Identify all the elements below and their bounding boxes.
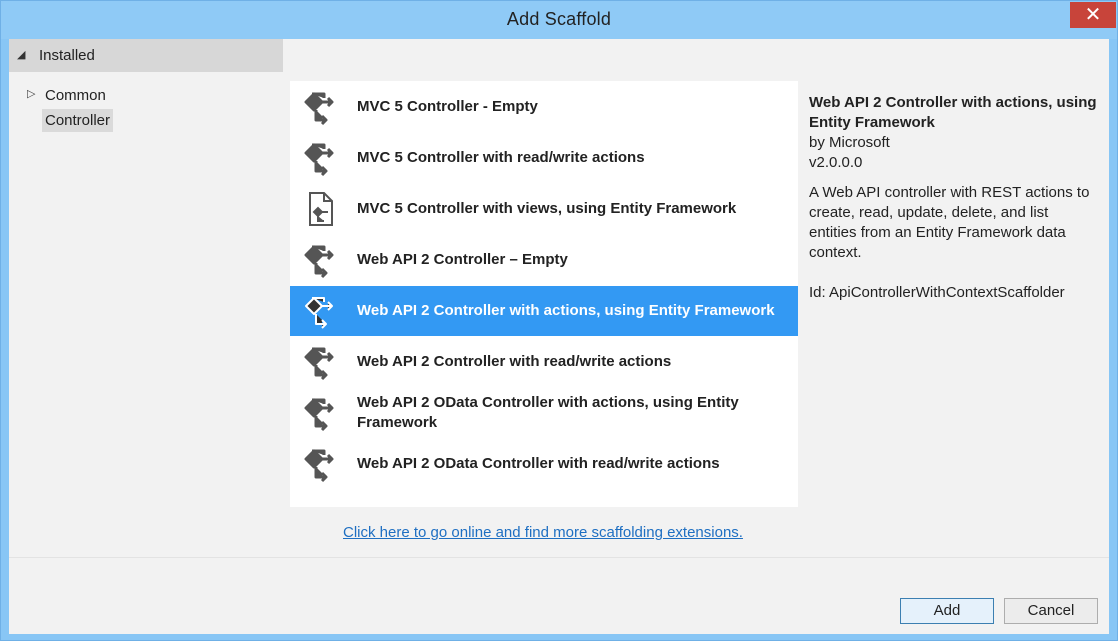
- details-title: Web API 2 Controller with actions, using…: [809, 94, 1097, 131]
- controller-icon: [305, 297, 333, 329]
- controller-icon: [304, 398, 334, 432]
- list-item-selected[interactable]: Web API 2 Controller with actions, using…: [290, 286, 798, 336]
- expanded-triangle-icon: ◢: [17, 49, 26, 61]
- list-item[interactable]: Web API 2 OData Controller with read/wri…: [290, 439, 798, 489]
- tree-item-label: Common: [45, 87, 106, 104]
- dialog-body: ◢ Installed ▷ Common Controller MVC 5 Co…: [9, 39, 1109, 634]
- collapsed-triangle-icon: ▷: [27, 88, 36, 100]
- list-item-label: Web API 2 Controller with actions, using…: [357, 302, 775, 319]
- close-button[interactable]: ✕: [1070, 2, 1116, 28]
- controller-icon: [304, 143, 334, 177]
- title-bar: Add Scaffold ✕: [1, 1, 1117, 39]
- installed-header[interactable]: ◢ Installed: [9, 39, 283, 72]
- list-item-label: Web API 2 OData Controller with read/wri…: [357, 455, 720, 472]
- online-extensions-link[interactable]: Click here to go online and find more sc…: [343, 524, 743, 541]
- details-version: v2.0.0.0: [809, 154, 863, 171]
- list-item-label: MVC 5 Controller with views, using Entit…: [357, 200, 737, 217]
- list-item-label: Web API 2 OData Controller with actions,…: [357, 394, 739, 431]
- list-item[interactable]: MVC 5 Controller with read/write actions: [290, 133, 798, 183]
- details-pane: Web API 2 Controller with actions, using…: [809, 93, 1099, 303]
- details-author: by Microsoft: [809, 134, 890, 151]
- add-scaffold-dialog: Add Scaffold ✕ ◢ Installed ▷ Common Cont…: [0, 0, 1118, 641]
- list-item[interactable]: Web API 2 Controller – Empty: [290, 235, 798, 285]
- list-item[interactable]: Web API 2 Controller with read/write act…: [290, 337, 798, 387]
- list-item-label: MVC 5 Controller - Empty: [357, 98, 538, 115]
- controller-icon: [304, 449, 334, 483]
- installed-label: Installed: [39, 47, 95, 64]
- list-item[interactable]: MVC 5 Controller - Empty: [290, 82, 798, 132]
- window-title: Add Scaffold: [506, 9, 612, 29]
- cancel-button[interactable]: Cancel: [1004, 598, 1098, 624]
- scaffolder-list: MVC 5 Controller - Empty MVC 5 Controlle…: [290, 81, 798, 507]
- add-button[interactable]: Add: [900, 598, 994, 624]
- controller-icon: [304, 245, 334, 279]
- controller-icon: [304, 347, 334, 381]
- details-description: A Web API controller with REST actions t…: [809, 184, 1090, 261]
- list-item[interactable]: MVC 5 Controller with views, using Entit…: [290, 184, 798, 234]
- list-item-label: Web API 2 Controller – Empty: [357, 251, 568, 268]
- details-id: Id: ApiControllerWithContextScaffolder: [809, 284, 1065, 301]
- tree-item-controller[interactable]: Controller: [42, 109, 114, 132]
- list-item-label: Web API 2 Controller with read/write act…: [357, 353, 672, 370]
- list-item[interactable]: Web API 2 OData Controller with actions,…: [290, 388, 798, 438]
- controller-views-icon: [309, 192, 333, 226]
- controller-icon: [304, 92, 334, 126]
- list-item-label: MVC 5 Controller with read/write actions: [357, 149, 645, 166]
